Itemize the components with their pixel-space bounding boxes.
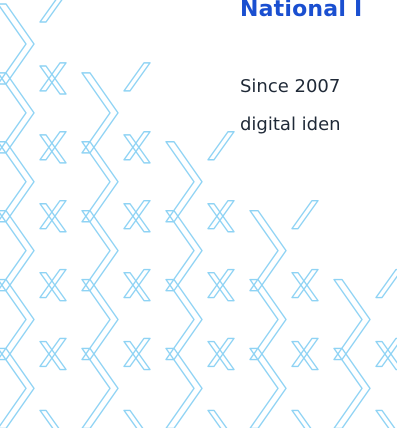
chevron-x-icon: [249, 199, 319, 302]
chevron-x-icon: [249, 268, 319, 371]
chevron-x-icon: [81, 131, 151, 233]
chevron-x-icon: [333, 268, 397, 371]
section-heading: National I: [240, 0, 363, 22]
chevron-x-icon: [165, 268, 235, 371]
chevron-x-icon: [81, 62, 151, 164]
chevron-x-icon: [249, 337, 319, 428]
chevron-x-icon: [81, 337, 151, 428]
chevron-x-icon: [0, 0, 67, 95]
body-line-2: digital iden: [240, 114, 341, 135]
chevron-x-icon: [165, 337, 235, 428]
chevron-x-icon: [81, 199, 151, 302]
section-body: Since 2007 digital iden: [240, 68, 341, 144]
chevron-pattern-decoration: [0, 0, 397, 428]
chevron-x-icon: [81, 268, 151, 371]
chevron-x-icon: [165, 131, 235, 233]
chevron-x-icon: [0, 337, 67, 428]
chevron-x-icon: [165, 199, 235, 302]
page: National I Since 2007 digital iden: [0, 0, 397, 428]
chevron-x-icon: [333, 337, 397, 428]
body-line-1: Since 2007: [240, 76, 341, 97]
